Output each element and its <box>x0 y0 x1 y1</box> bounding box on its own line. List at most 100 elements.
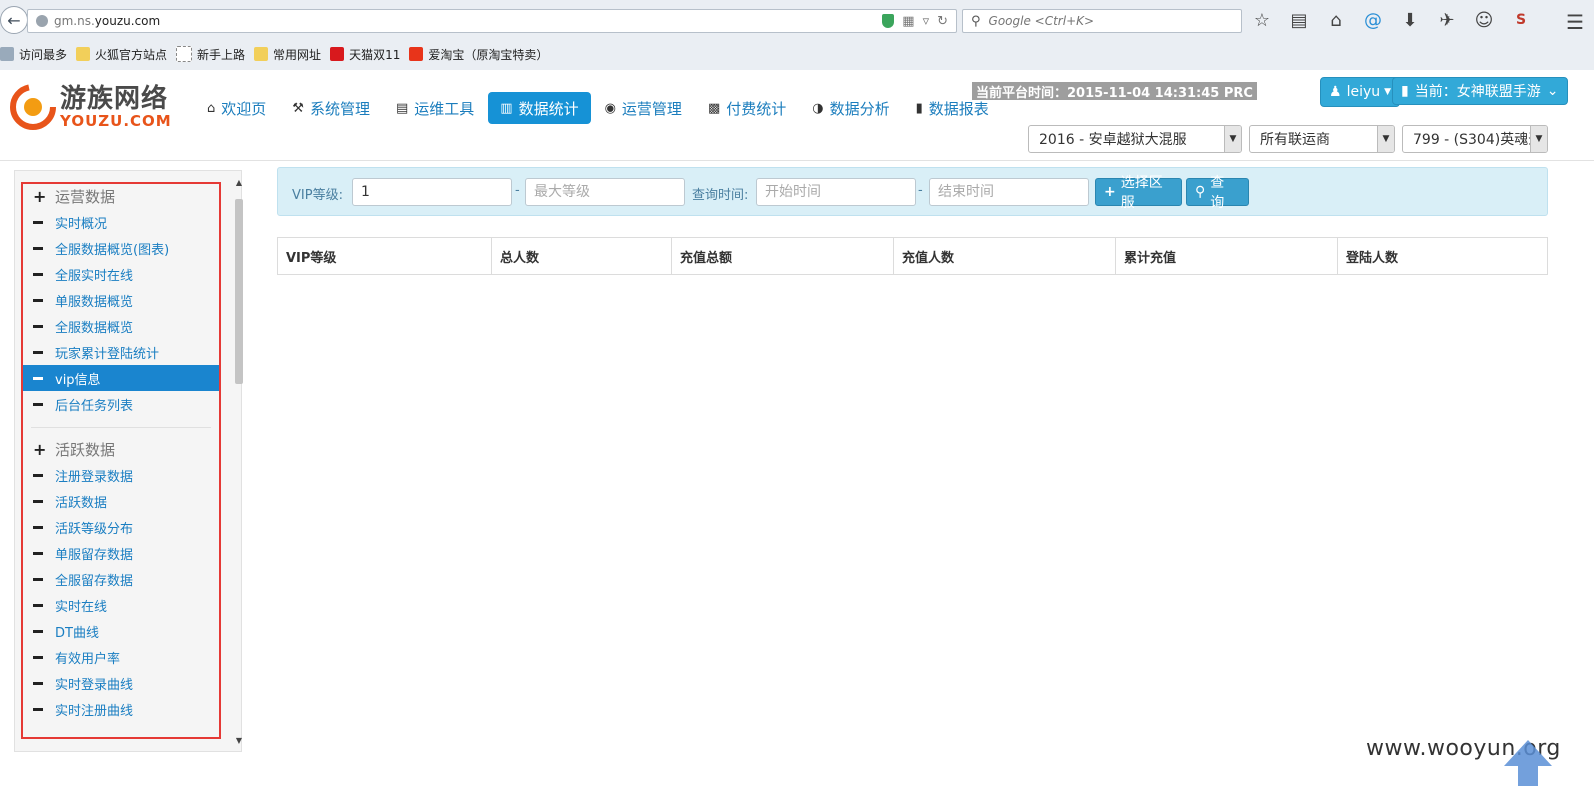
nav-payment-statistics[interactable]: ▩ 付费统计 <box>696 92 798 124</box>
reading-list-icon[interactable]: ▤ <box>1287 8 1311 32</box>
reload-icon[interactable]: ↻ <box>937 14 948 29</box>
sidebar-scrollbar[interactable]: ▲ ▼ <box>233 177 245 745</box>
download-icon[interactable]: ⬇ <box>1398 8 1422 32</box>
back-arrow-icon[interactable]: ← <box>0 6 28 34</box>
range-dash: - <box>918 183 923 198</box>
qr-code-icon[interactable]: ▦ <box>902 14 914 29</box>
scroll-down-arrow-icon[interactable]: ▼ <box>233 735 245 745</box>
minus-icon <box>33 298 43 302</box>
sidebar-item[interactable]: 全服留存数据 <box>23 566 219 592</box>
minus-icon <box>33 376 43 380</box>
scrollbar-thumb[interactable] <box>235 199 243 384</box>
sidebar-item[interactable]: 后台任务列表 <box>23 391 219 417</box>
contrast-icon: ◑ <box>812 100 824 116</box>
sidebar-item[interactable]: 玩家累计登陆统计 <box>23 339 219 365</box>
minus-icon <box>33 499 43 503</box>
sidebar-item[interactable]: 实时注册曲线 <box>23 696 219 722</box>
sidebar-item[interactable]: 注册登录数据 <box>23 462 219 488</box>
filter-panel: VIP等级: - 查询时间: - +选择区服 ⚲查 询 <box>277 167 1548 216</box>
gift-icon: ▩ <box>707 100 721 116</box>
sidebar-item-vip-info[interactable]: vip信息 <box>23 365 219 391</box>
sidebar-item[interactable]: 单服数据概览 <box>23 287 219 313</box>
user-menu-button[interactable]: ♟ leiyu ▼ <box>1320 77 1401 107</box>
vip-min-input[interactable] <box>352 178 512 206</box>
sidebar-item[interactable]: 活跃数据 <box>23 488 219 514</box>
chat-icon[interactable]: ☺ <box>1472 8 1496 32</box>
nav-welcome[interactable]: ⌂ 欢迎页 <box>195 92 278 124</box>
browser-search-box[interactable]: ⚲ <box>962 9 1242 33</box>
vip-max-input[interactable] <box>525 178 685 206</box>
sidebar-item[interactable]: 全服数据概览(图表) <box>23 235 219 261</box>
bookmark-item[interactable]: 访问最多 <box>0 46 67 63</box>
column-header-recharge-players[interactable]: 充值人数 <box>893 237 1116 275</box>
tmall-icon <box>330 47 345 61</box>
column-header-total-players[interactable]: 总人数 <box>491 237 672 275</box>
zone-select[interactable]: 799 - (S304)英魂圣 ▼ <box>1402 125 1548 153</box>
bookmarks-bar: 访问最多 火狐官方站点 新手上路 常用网址 天猫双11 爱淘宝（原淘宝特卖） <box>0 43 557 65</box>
bookmark-star-icon[interactable]: ☆ <box>1250 8 1274 32</box>
sidebar-item[interactable]: 实时概况 <box>23 209 219 235</box>
range-dash: - <box>515 183 520 198</box>
minus-icon <box>33 525 43 529</box>
bookmark-folder-icon <box>76 47 91 61</box>
dropdown-arrow-icon[interactable]: ▿ <box>923 14 930 29</box>
menu-icon[interactable]: ☰ <box>1566 10 1584 34</box>
nav-data-statistics[interactable]: ▥ 数据统计 <box>488 92 591 124</box>
minus-icon <box>33 577 43 581</box>
server-select[interactable]: 2016 - 安卓越狱大混服 ▼ <box>1028 125 1242 153</box>
nav-data-analysis[interactable]: ◑ 数据分析 <box>800 92 901 124</box>
home-icon[interactable]: ⌂ <box>1324 8 1348 32</box>
sidebar-item[interactable]: 有效用户率 <box>23 644 219 670</box>
minus-icon <box>33 350 43 354</box>
minus-icon <box>33 551 43 555</box>
sj-addon-icon[interactable]: S <box>1509 8 1533 32</box>
operator-select[interactable]: 所有联运商 ▼ <box>1249 125 1395 153</box>
sidebar-group-activity[interactable]: + 活跃数据 <box>23 436 219 462</box>
sidebar-item[interactable]: 全服数据概览 <box>23 313 219 339</box>
start-time-input[interactable] <box>756 178 916 206</box>
youzu-logo[interactable]: 游族网络 YOUZU.COM <box>10 84 172 130</box>
bookmark-item[interactable]: 爱淘宝（原淘宝特卖） <box>409 46 548 63</box>
sidebar-item[interactable]: 单服留存数据 <box>23 540 219 566</box>
column-header-cumulative-recharge[interactable]: 累计充值 <box>1115 237 1338 275</box>
sidebar-item[interactable]: 实时在线 <box>23 592 219 618</box>
home-icon: ⌂ <box>207 100 216 116</box>
logo-english-text: YOUZU.COM <box>60 111 172 130</box>
nav-system-management[interactable]: ⚒ 系统管理 <box>280 92 382 124</box>
end-time-input[interactable] <box>929 178 1089 206</box>
user-icon: ♟ <box>1329 84 1342 100</box>
column-header-recharge-total[interactable]: 充值总额 <box>671 237 894 275</box>
server-icon: ▤ <box>395 100 409 116</box>
bookmark-item[interactable]: 火狐官方站点 <box>76 46 167 63</box>
select-arrow-icon: ▼ <box>1530 126 1547 152</box>
bookmark-item[interactable]: 常用网址 <box>254 46 321 63</box>
sidebar-item[interactable]: 活跃等级分布 <box>23 514 219 540</box>
shield-icon[interactable] <box>882 14 895 28</box>
url-text[interactable]: gm.ns.youzu.com <box>54 14 882 28</box>
search-icon: ⚲ <box>1195 184 1206 200</box>
minus-icon <box>33 473 43 477</box>
scroll-up-arrow-icon[interactable]: ▲ <box>233 177 245 187</box>
sidebar-item[interactable]: 实时登录曲线 <box>23 670 219 696</box>
logo-chinese-text: 游族网络 <box>60 83 169 114</box>
plus-icon: + <box>33 439 47 459</box>
current-game-button[interactable]: ▮ 当前：女神联盟手游 ⌄ <box>1392 77 1568 105</box>
browser-search-input[interactable] <box>986 13 1221 29</box>
sidebar-item[interactable]: 全服实时在线 <box>23 261 219 287</box>
minus-icon <box>33 629 43 633</box>
plus-icon: + <box>33 186 47 206</box>
address-bar[interactable]: gm.ns.youzu.com ▦ ▿ ↻ <box>27 9 957 33</box>
column-header-login-players[interactable]: 登陆人数 <box>1337 237 1548 275</box>
minus-icon <box>33 603 43 607</box>
bookmark-item[interactable]: 新手上路 <box>176 46 245 63</box>
column-header-vip-level[interactable]: VIP等级 <box>277 237 492 275</box>
bookmark-item[interactable]: 天猫双11 <box>330 46 400 63</box>
sidebar-group-operations[interactable]: + 运营数据 <box>23 183 219 209</box>
nav-ops-tools[interactable]: ▤ 运维工具 <box>384 92 486 124</box>
at-sign-icon[interactable]: @ <box>1361 8 1385 32</box>
select-zone-button[interactable]: + 选择区服 <box>1095 175 1182 211</box>
extension-icon[interactable]: ✈ <box>1435 8 1459 32</box>
query-button[interactable]: ⚲ 查 询 <box>1186 175 1249 211</box>
sidebar-item[interactable]: DT曲线 <box>23 618 219 644</box>
nav-operations-management[interactable]: ◉ 运营管理 <box>593 92 694 124</box>
